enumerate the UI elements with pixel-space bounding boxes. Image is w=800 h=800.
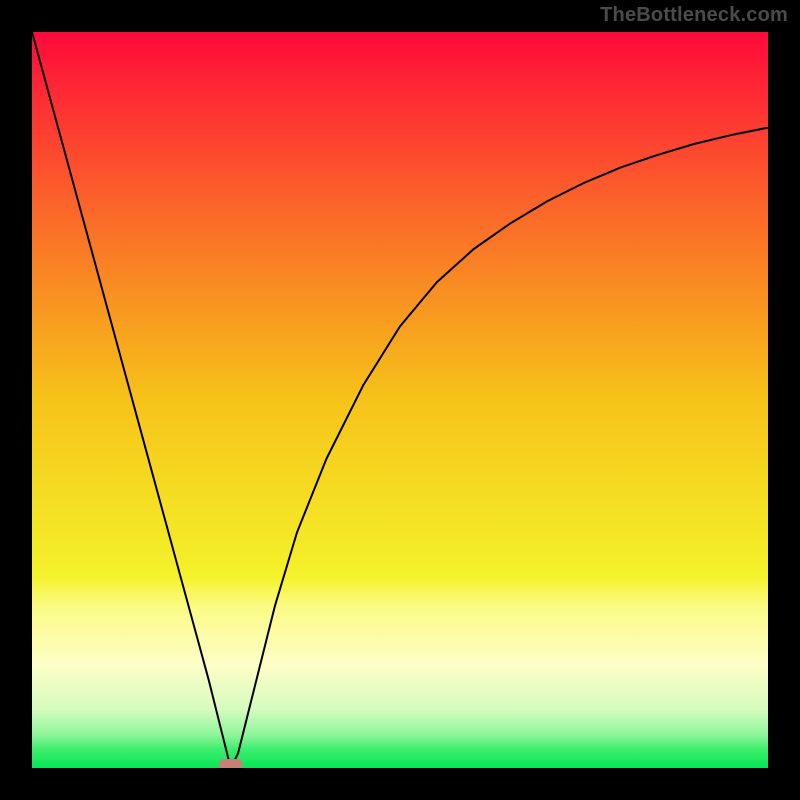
chart-svg [32,32,768,768]
plot-background [32,32,768,768]
plot-frame [32,32,768,768]
plot-area [32,32,768,768]
stage: TheBottleneck.com [0,0,800,800]
watermark-text: TheBottleneck.com [600,4,788,27]
min-marker [219,759,243,768]
